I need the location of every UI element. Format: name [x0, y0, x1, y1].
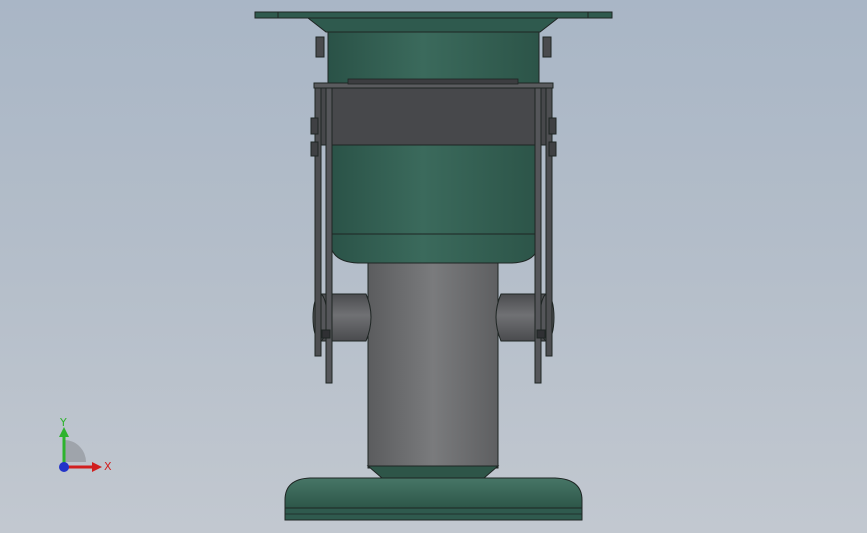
top-mounting-plate[interactable]	[254, 11, 613, 33]
x-axis-label: X	[104, 460, 112, 473]
x-axis-arrowhead	[92, 462, 102, 472]
motor-housing[interactable]	[327, 31, 540, 264]
graphics-viewport[interactable]: Y X	[0, 0, 867, 533]
shaft-column[interactable]	[366, 262, 500, 479]
axis-triad: Y X	[59, 416, 112, 473]
triad-plane-icon	[64, 440, 86, 462]
y-axis-label: Y	[59, 416, 67, 429]
3d-model-view[interactable]	[0, 0, 867, 533]
base-dome[interactable]	[284, 477, 583, 521]
z-axis-dot	[59, 462, 69, 472]
clamp-band[interactable]	[313, 78, 554, 146]
